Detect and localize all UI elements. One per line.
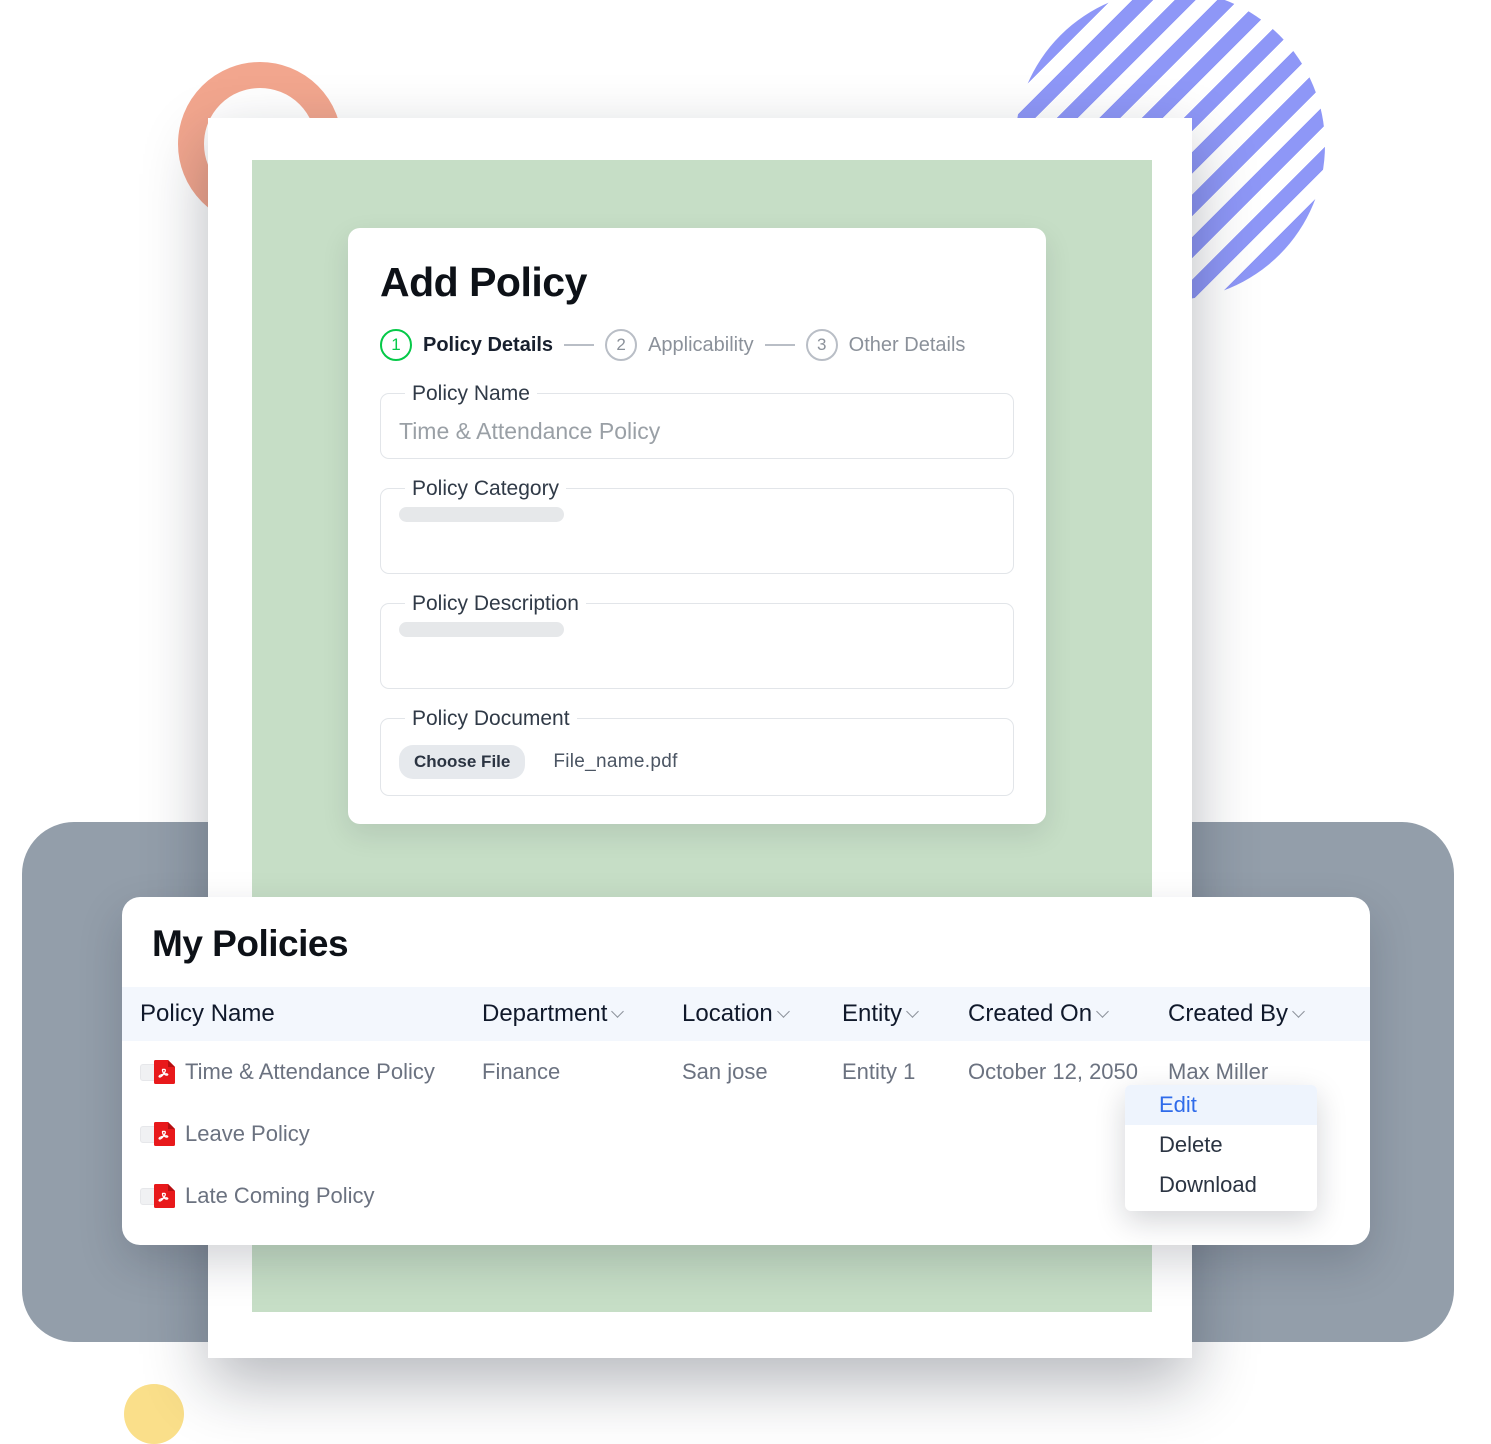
cell-entity: Entity 1 — [842, 1059, 916, 1084]
menu-item-download[interactable]: Download — [1125, 1165, 1317, 1205]
policy-description-label: Policy Description — [412, 592, 579, 615]
step-1-label: Policy Details — [423, 333, 554, 356]
column-header-policy-name[interactable]: Policy Name — [122, 1000, 482, 1028]
step-2-label: Applicability — [648, 333, 754, 356]
table-header-row: Policy Name Department Location Entity C… — [122, 987, 1370, 1041]
pdf-file-icon — [154, 1122, 175, 1146]
row-context-menu: Edit Delete Download — [1125, 1085, 1317, 1211]
step-3-number: 3 — [805, 329, 838, 361]
step-1-number: 1 — [380, 329, 412, 361]
cell-policy-name: Leave Policy — [185, 1121, 310, 1146]
selected-file-name: File_name.pdf — [553, 751, 678, 772]
policy-category-value-placeholder[interactable] — [399, 507, 564, 522]
choose-file-button[interactable]: Choose File — [399, 745, 526, 779]
menu-item-delete[interactable]: Delete — [1125, 1125, 1317, 1165]
pdf-file-icon — [154, 1184, 175, 1208]
policy-name-label: Policy Name — [412, 382, 530, 405]
chevron-down-icon — [779, 1007, 790, 1018]
policy-category-label: Policy Category — [412, 477, 560, 500]
chevron-down-icon — [1294, 1007, 1305, 1018]
policy-category-field[interactable]: Policy Category — [380, 478, 1014, 574]
menu-item-edit[interactable]: Edit — [1125, 1085, 1317, 1125]
policy-description-field[interactable]: Policy Description — [380, 593, 1014, 689]
policy-document-field[interactable]: Policy Document Choose File File_name.pd… — [380, 708, 1014, 796]
page-title: Add Policy — [380, 259, 587, 305]
column-header-entity[interactable]: Entity — [842, 1000, 968, 1028]
my-policies-title: My Policies — [152, 923, 349, 964]
stepper-connector-1 — [564, 344, 595, 346]
step-other-details[interactable]: 3 Other Details — [805, 329, 966, 361]
add-policy-card: Add Policy 1 Policy Details 2 Applicabil… — [348, 228, 1046, 824]
cell-created-on: October 12, 2050 — [968, 1059, 1139, 1084]
cell-policy-name: Late Coming Policy — [185, 1183, 375, 1208]
cell-location: San jose — [682, 1059, 768, 1084]
step-2-number: 2 — [605, 329, 638, 361]
column-header-created-by[interactable]: Created By — [1168, 1000, 1338, 1028]
policy-name-input[interactable]: Time & Attendance Policy — [399, 418, 660, 445]
step-policy-details[interactable]: 1 Policy Details — [380, 329, 553, 361]
policy-document-label: Policy Document — [412, 707, 570, 730]
cell-policy-name: Time & Attendance Policy — [185, 1059, 435, 1084]
decorative-yellow-circle — [124, 1384, 184, 1444]
chevron-down-icon — [908, 1007, 919, 1018]
step-3-label: Other Details — [848, 333, 966, 356]
step-applicability[interactable]: 2 Applicability — [605, 329, 754, 361]
column-header-created-on[interactable]: Created On — [968, 1000, 1168, 1028]
chevron-down-icon — [1098, 1007, 1109, 1018]
stepper: 1 Policy Details 2 Applicability 3 Other… — [380, 329, 1014, 361]
my-policies-card: My Policies Policy Name Department Locat… — [122, 897, 1370, 1245]
policy-name-field[interactable]: Policy Name Time & Attendance Policy — [380, 383, 1014, 459]
column-header-location[interactable]: Location — [682, 1000, 842, 1028]
column-header-department[interactable]: Department — [482, 1000, 682, 1028]
cell-department: Finance — [482, 1059, 561, 1084]
pdf-file-icon — [154, 1060, 175, 1084]
policy-description-value-placeholder[interactable] — [399, 622, 564, 637]
stepper-connector-2 — [764, 344, 795, 346]
cell-created-by: Max Miller — [1168, 1059, 1269, 1084]
screenshot-stage: Add Policy 1 Policy Details 2 Applicabil… — [0, 0, 1491, 1444]
chevron-down-icon — [613, 1007, 624, 1018]
